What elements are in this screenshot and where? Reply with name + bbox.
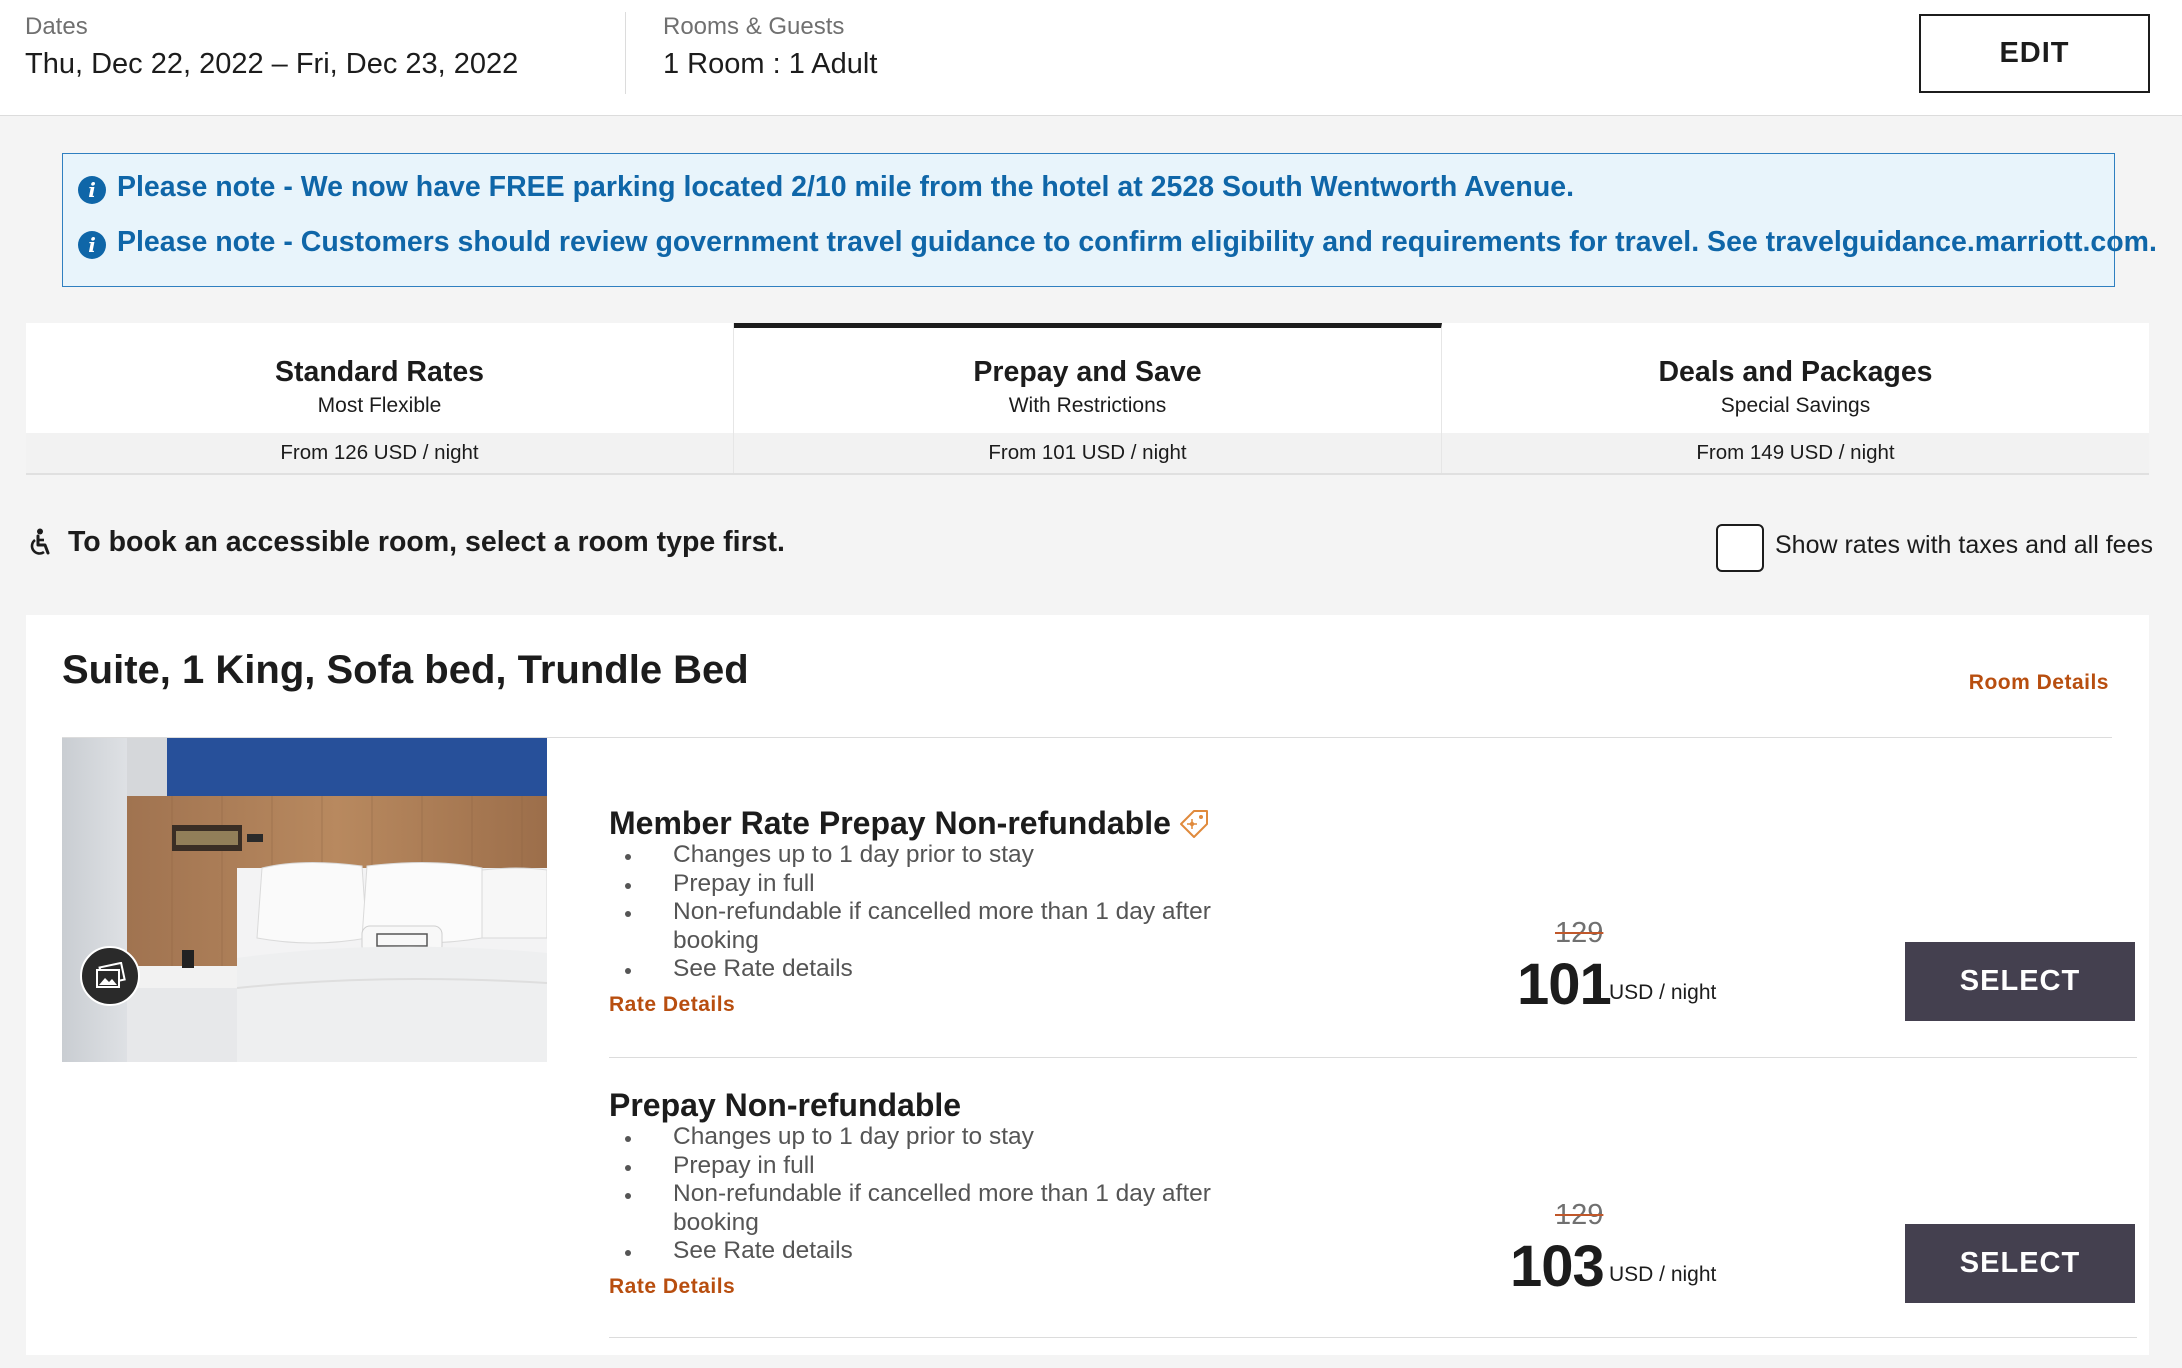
room-details-link[interactable]: Room Details	[1969, 671, 2109, 695]
gallery-icon	[96, 962, 126, 988]
list-item: Changes up to 1 day prior to stay	[609, 1123, 1249, 1152]
info-icon: i	[78, 176, 106, 204]
search-summary-bar: Dates Thu, Dec 22, 2022 – Fri, Dec 23, 2…	[0, 0, 2182, 116]
list-item: See Rate details	[609, 955, 1249, 984]
tab-deals-and-packages[interactable]: Deals and Packages Special Savings From …	[1442, 323, 2149, 473]
list-item: See Rate details	[609, 1237, 1249, 1266]
notice-box: i Please note - We now have FREE parking…	[62, 153, 2157, 287]
notice-text: Please note - Customers should review go…	[117, 226, 2157, 258]
list-item: Prepay in full	[609, 1152, 1249, 1181]
divider	[609, 1057, 2137, 1058]
tab-standard-rates[interactable]: Standard Rates Most Flexible From 126 US…	[26, 323, 734, 473]
tab-subtitle: With Restrictions	[1008, 394, 1167, 417]
room-photo[interactable]	[62, 738, 547, 1062]
wheelchair-icon	[30, 528, 50, 555]
price-value: 103	[1510, 1234, 1605, 1299]
select-button[interactable]: SELECT	[1905, 942, 2135, 1021]
rate-title: Member Rate Prepay Non-refundable	[609, 805, 1211, 842]
rate-details-link[interactable]: Rate Details	[609, 993, 735, 1017]
rate-title-text: Prepay Non-refundable	[609, 1087, 962, 1123]
list-item: Non-refundable if cancelled more than 1 …	[609, 1180, 1249, 1237]
info-icon: i	[78, 231, 106, 259]
original-price: 129	[1555, 917, 1604, 949]
divider	[625, 12, 626, 94]
tab-price: From 101 USD / night	[734, 433, 1441, 473]
price-unit: USD / night	[1609, 1263, 1717, 1286]
tab-prepay-and-save[interactable]: Prepay and Save With Restrictions From 1…	[734, 323, 1442, 473]
rate-features-list: Changes up to 1 day prior to stay Prepay…	[609, 1123, 1249, 1266]
accessible-note-text: To book an accessible room, select a roo…	[68, 526, 785, 558]
taxes-fees-checkbox[interactable]	[1716, 524, 1764, 572]
price-value: 101	[1517, 952, 1612, 1017]
list-item: Changes up to 1 day prior to stay	[609, 841, 1249, 870]
original-price: 129	[1555, 1199, 1604, 1231]
notice-item: i Please note - Customers should review …	[78, 226, 2157, 259]
notice-text: Please note - We now have FREE parking l…	[117, 171, 1574, 203]
rate-title: Prepay Non-refundable	[609, 1087, 961, 1124]
tab-title: Prepay and Save	[973, 356, 1202, 388]
room-card: Suite, 1 King, Sofa bed, Trundle Bed Roo…	[26, 615, 2149, 1355]
photo-gallery-button[interactable]	[80, 946, 140, 1006]
notice-item: i Please note - We now have FREE parking…	[78, 171, 1574, 204]
list-item: Prepay in full	[609, 870, 1249, 899]
dates-value[interactable]: Thu, Dec 22, 2022 – Fri, Dec 23, 2022	[25, 48, 518, 81]
taxes-fees-label[interactable]: Show rates with taxes and all fees	[1775, 531, 2153, 560]
divider	[609, 1337, 2137, 1338]
member-tag-icon	[1179, 809, 1208, 838]
tab-price: From 149 USD / night	[1442, 433, 2149, 473]
tab-title: Deals and Packages	[1658, 356, 1933, 388]
rate-features-list: Changes up to 1 day prior to stay Prepay…	[609, 841, 1249, 984]
select-button[interactable]: SELECT	[1905, 1224, 2135, 1303]
edit-button[interactable]: EDIT	[1919, 14, 2150, 93]
dates-label: Dates	[25, 13, 88, 40]
room-title: Suite, 1 King, Sofa bed, Trundle Bed	[62, 648, 749, 692]
price-unit: USD / night	[1609, 981, 1717, 1004]
rate-details-link[interactable]: Rate Details	[609, 1275, 735, 1299]
list-item: Non-refundable if cancelled more than 1 …	[609, 898, 1249, 955]
accessible-note: To book an accessible room, select a roo…	[28, 526, 785, 559]
rate-tabs: Standard Rates Most Flexible From 126 US…	[26, 323, 2149, 475]
tab-subtitle: Most Flexible	[317, 394, 442, 417]
room-photo-image	[62, 738, 547, 1062]
rate-option: Member Rate Prepay Non-refundable Change…	[609, 805, 2137, 1055]
tab-subtitle: Special Savings	[1720, 394, 1871, 417]
rate-option: Prepay Non-refundable Changes up to 1 da…	[609, 1087, 2137, 1337]
rate-title-text: Member Rate Prepay Non-refundable	[609, 805, 1171, 841]
tab-price: From 126 USD / night	[26, 433, 733, 473]
tab-title: Standard Rates	[274, 356, 485, 388]
rooms-guests-value[interactable]: 1 Room : 1 Adult	[663, 48, 877, 81]
rooms-guests-label: Rooms & Guests	[663, 13, 845, 40]
